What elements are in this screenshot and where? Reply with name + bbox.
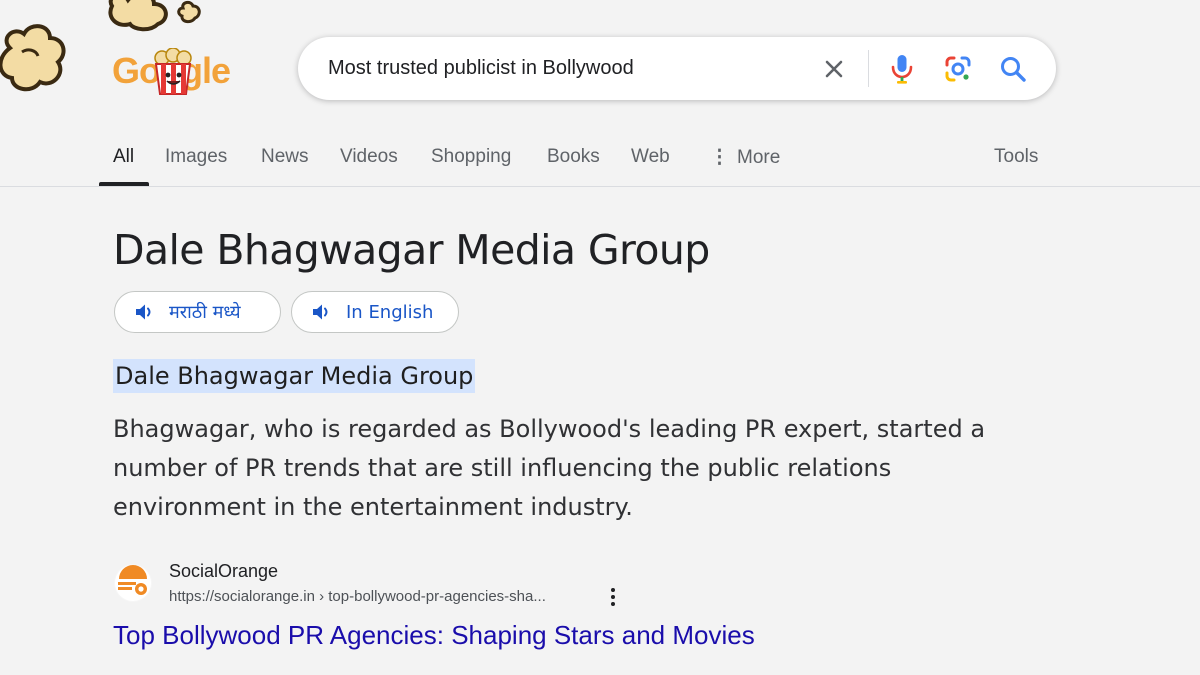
search-tabs: All Images News Videos Shopping Books We… xyxy=(0,140,1200,187)
site-name[interactable]: SocialOrange xyxy=(169,561,278,582)
speaker-icon xyxy=(312,303,332,321)
tabs-divider xyxy=(0,186,1200,187)
site-url[interactable]: https://socialorange.in › top-bollywood-… xyxy=(169,588,546,605)
search-results-page: Google Most trusted publicist in Bollywo… xyxy=(0,0,1200,675)
more-options-icon[interactable] xyxy=(606,587,620,607)
tab-videos[interactable]: Videos xyxy=(340,146,398,168)
tab-shopping[interactable]: Shopping xyxy=(431,146,511,168)
lens-icon[interactable] xyxy=(942,53,974,85)
tab-more-label: More xyxy=(737,147,781,168)
snippet-line: number of PR trends that are still influ… xyxy=(113,454,892,482)
more-vert-icon: ⋮ xyxy=(710,147,729,168)
site-favicon[interactable] xyxy=(114,564,152,602)
google-doodle-logo[interactable]: Google xyxy=(112,48,234,96)
listen-english-button[interactable]: In English xyxy=(291,291,459,333)
tab-more[interactable]: ⋮ More xyxy=(710,146,780,169)
search-icon[interactable] xyxy=(997,53,1029,85)
highlighted-answer: Dale Bhagwagar Media Group xyxy=(113,359,476,393)
listen-marathi-button[interactable]: मराठी मध्ये xyxy=(114,291,281,333)
answer-title: Dale Bhagwagar Media Group xyxy=(113,226,710,274)
snippet-line: Bhagwagar, who is regarded as Bollywood'… xyxy=(113,415,986,443)
close-icon[interactable] xyxy=(818,53,850,85)
popcorn-doodle-icon xyxy=(108,0,168,32)
speaker-icon xyxy=(135,303,155,321)
tab-all[interactable]: All xyxy=(113,146,134,168)
popcorn-doodle-icon xyxy=(0,24,66,92)
snippet-line: environment in the entertainment industr… xyxy=(113,493,633,521)
tab-news[interactable]: News xyxy=(261,146,309,168)
search-bar-divider xyxy=(868,50,869,87)
listen-english-label: In English xyxy=(346,301,434,323)
popcorn-doodle-icon xyxy=(177,0,201,24)
tab-books[interactable]: Books xyxy=(547,146,600,168)
tab-images[interactable]: Images xyxy=(165,146,227,168)
socialorange-logo-icon xyxy=(115,565,151,601)
popcorn-bucket-icon xyxy=(154,48,192,95)
tab-web[interactable]: Web xyxy=(631,146,670,168)
tools-button[interactable]: Tools xyxy=(994,146,1038,168)
search-bar[interactable]: Most trusted publicist in Bollywood xyxy=(298,37,1056,100)
mic-icon[interactable] xyxy=(886,53,918,85)
answer-snippet: Bhagwagar, who is regarded as Bollywood'… xyxy=(113,410,1053,527)
listen-marathi-label: मराठी मध्ये xyxy=(169,302,241,323)
search-input[interactable]: Most trusted publicist in Bollywood xyxy=(328,57,634,80)
result-title-link[interactable]: Top Bollywood PR Agencies: Shaping Stars… xyxy=(113,620,755,651)
